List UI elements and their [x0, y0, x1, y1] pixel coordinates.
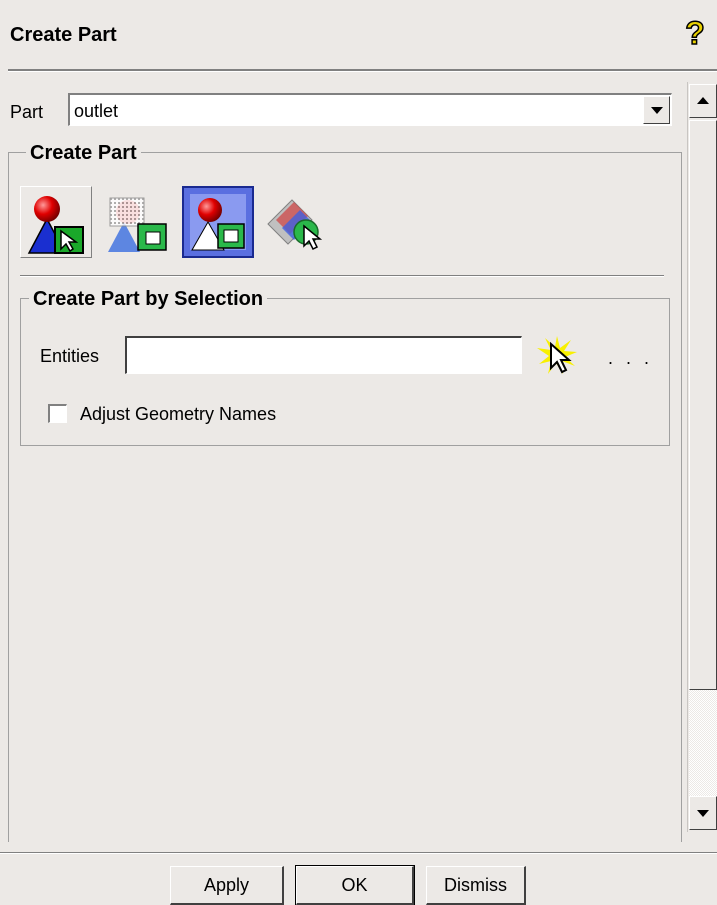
title-bar: Create Part ? [0, 0, 717, 70]
element-select-icon [182, 186, 254, 258]
vertical-scrollbar[interactable] [687, 82, 717, 832]
tool-create-part-by-region[interactable] [102, 186, 174, 258]
entities-input[interactable] [125, 336, 522, 374]
part-label: Part [10, 102, 44, 122]
tool-create-part-by-entity[interactable] [262, 186, 334, 258]
selection-group-title: Create Part by Selection [29, 288, 268, 311]
title-separator [8, 69, 717, 72]
bottom-separator [0, 852, 717, 854]
dropdown-arrow-icon[interactable] [643, 96, 670, 124]
help-question-icon[interactable]: ? [680, 16, 710, 52]
adjust-geometry-names-label: Adjust Geometry Names [80, 404, 277, 424]
tool-create-part-by-selection[interactable] [20, 186, 92, 258]
svg-text:?: ? [685, 16, 705, 51]
part-combobox[interactable]: outlet [68, 93, 672, 126]
apply-button[interactable]: Apply [170, 866, 284, 905]
tool-create-part-by-element[interactable] [182, 186, 254, 258]
entities-label: Entities [40, 346, 100, 366]
sphere-triangle-select-icon [27, 196, 84, 254]
scroll-thumb[interactable] [689, 120, 717, 690]
scroll-down-arrow-icon[interactable] [689, 796, 717, 830]
entity-select-icon [267, 199, 323, 251]
select-cursor-icon[interactable] [535, 334, 579, 378]
tools-separator [20, 275, 664, 277]
part-value: outlet [74, 101, 119, 121]
create-part-group-title: Create Part [26, 142, 141, 165]
scroll-up-arrow-icon[interactable] [689, 84, 717, 118]
window-title: Create Part [10, 24, 117, 46]
region-select-icon [108, 197, 167, 252]
more-options-button[interactable]: . . . [608, 348, 653, 369]
scroll-track[interactable] [689, 690, 717, 796]
ok-button[interactable]: OK [295, 865, 415, 905]
adjust-geometry-names-checkbox[interactable] [48, 404, 67, 423]
dismiss-button[interactable]: Dismiss [426, 866, 526, 905]
